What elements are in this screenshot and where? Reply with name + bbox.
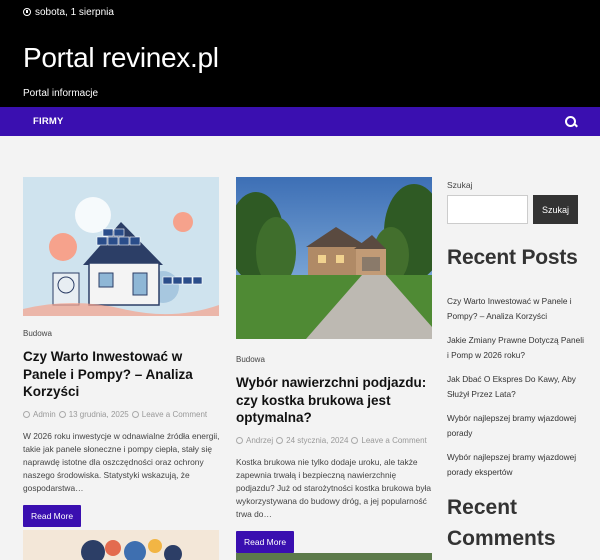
main-nav: FIRMY (0, 107, 600, 136)
recent-posts-list: Czy Warto Inwestować w Panele i Pompy? –… (447, 294, 587, 489)
post-category[interactable]: Budowa (236, 355, 432, 364)
post-date[interactable]: 24 stycznia, 2024 (286, 436, 348, 445)
post-thumbnail[interactable] (23, 177, 219, 316)
recent-post-link[interactable]: Wybór najlepszej bramy wjazdowej porady … (447, 450, 587, 489)
top-bar: sobota, 1 sierpnia (0, 0, 600, 24)
post-category[interactable]: Budowa (23, 329, 220, 338)
search-icon[interactable] (564, 115, 578, 129)
post-comments-link[interactable]: Leave a Comment (142, 410, 207, 419)
site-description: Portal informacje (23, 88, 99, 99)
site-header: Portal revinex.pl Portal informacje (0, 24, 600, 107)
post-author[interactable]: Admin (33, 410, 56, 419)
post-thumbnail[interactable] (236, 177, 432, 339)
post-title[interactable]: Czy Warto Inwestować w Panele i Pompy? –… (23, 348, 220, 401)
clock-icon (276, 436, 284, 444)
clock-icon (58, 410, 66, 418)
recent-post-link[interactable]: Jak Dbać O Ekspres Do Kawy, Aby Służył P… (447, 372, 587, 411)
read-more-button[interactable]: Read More (236, 530, 295, 553)
comment-icon (131, 410, 139, 418)
post-thumbnail[interactable] (23, 530, 219, 560)
main-content: Budowa Czy Warto Inwestować w Panele i P… (0, 136, 600, 560)
recent-comments-title: Recent Comments (447, 496, 556, 550)
clock-icon (23, 8, 31, 16)
recent-posts-title: Recent Posts (447, 246, 578, 269)
search-input[interactable] (447, 195, 528, 224)
search-button[interactable]: Szukaj (533, 195, 578, 224)
post-excerpt: Kostka brukowa nie tylko dodaje uroku, a… (236, 456, 432, 519)
post-meta: Andrzej 24 stycznia, 2024 Leave a Commen… (236, 436, 432, 445)
post-excerpt: W 2026 roku inwestycje w odnawialne źród… (23, 430, 220, 493)
current-date: sobota, 1 sierpnia (35, 6, 114, 18)
recent-post-link[interactable]: Czy Warto Inwestować w Panele i Pompy? –… (447, 294, 587, 333)
read-more-button[interactable]: Read More (23, 504, 82, 527)
search-label: Szukaj (447, 180, 473, 190)
post-meta: Admin 13 grudnia, 2025 Leave a Comment (23, 410, 220, 419)
nav-item-firmy[interactable]: FIRMY (33, 116, 64, 127)
post-date[interactable]: 13 grudnia, 2025 (69, 410, 129, 419)
user-icon (236, 436, 243, 444)
sidebar: Szukaj Szukaj Recent Posts Czy Warto Inw… (447, 136, 587, 554)
post-author[interactable]: Andrzej (246, 436, 273, 445)
user-icon (23, 410, 30, 418)
post-thumbnail[interactable] (236, 553, 432, 560)
post-title[interactable]: Wybór nawierzchni podjazdu: czy kostka b… (236, 374, 432, 427)
comment-icon (351, 436, 359, 444)
recent-post-link[interactable]: Wybór najlepszej bramy wjazdowej porady (447, 411, 587, 450)
post-comments-link[interactable]: Leave a Comment (361, 436, 426, 445)
recent-post-link[interactable]: Jakie Zmiany Prawne Dotyczą Paneli i Pom… (447, 333, 587, 372)
post-card: Budowa Czy Warto Inwestować w Panele i P… (23, 177, 220, 527)
post-card: Budowa Wybór nawierzchni podjazdu: czy k… (236, 177, 432, 553)
site-title[interactable]: Portal revinex.pl (23, 42, 577, 74)
